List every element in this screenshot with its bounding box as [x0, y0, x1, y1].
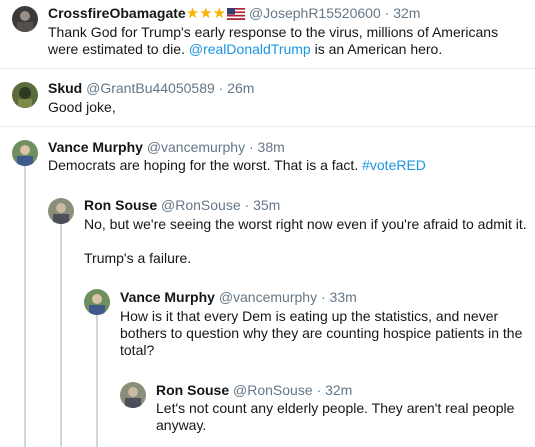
user-handle[interactable]: @RonSouse	[233, 382, 313, 398]
display-name[interactable]: Skud	[48, 80, 82, 96]
timestamp[interactable]: 26m	[227, 80, 254, 96]
separator-dot: ·	[384, 5, 390, 21]
avatar[interactable]	[12, 82, 38, 108]
tweet-text: No, but we're seeing the worst right now…	[84, 216, 530, 267]
tweet-text: How is it that every Dem is eating up th…	[120, 308, 523, 358]
tweet-text: Good joke,	[48, 99, 116, 115]
tweet-text: Democrats are hoping for the worst. That…	[48, 157, 528, 174]
avatar[interactable]	[120, 382, 146, 408]
divider	[0, 68, 535, 69]
us-flag-icon	[227, 7, 246, 24]
timestamp[interactable]: 33m	[330, 289, 357, 305]
separator-dot: ·	[244, 197, 250, 213]
thread-line	[96, 308, 98, 447]
user-handle[interactable]: @vancemurphy	[219, 289, 317, 305]
tweet-paragraph: No, but we're seeing the worst right now…	[84, 216, 527, 232]
hashtag-link[interactable]: #voteRED	[362, 157, 426, 173]
star-icon: ★	[185, 5, 200, 22]
divider	[0, 126, 535, 127]
separator-dot: ·	[248, 139, 254, 155]
display-name[interactable]: Vance Murphy	[120, 289, 215, 305]
timestamp[interactable]: 32m	[393, 5, 420, 21]
timestamp[interactable]: 38m	[258, 139, 285, 155]
display-name[interactable]: Ron Souse	[84, 197, 157, 213]
star-icon: ★	[212, 5, 227, 22]
tweet-paragraph: Trump's a failure.	[84, 250, 192, 266]
avatar[interactable]	[12, 6, 38, 32]
avatar[interactable]	[84, 289, 110, 315]
user-handle[interactable]: @GrantBu44050589	[86, 80, 215, 96]
separator-dot: ·	[316, 382, 322, 398]
separator-dot: ·	[218, 80, 224, 96]
user-handle[interactable]: @RonSouse	[161, 197, 241, 213]
mention-link[interactable]: @realDonaldTrump	[189, 41, 311, 57]
user-handle[interactable]: @JosephR15520600	[249, 5, 381, 21]
tweet-text-part: is an American hero.	[310, 41, 443, 57]
thread-line	[60, 212, 62, 447]
display-name[interactable]: Vance Murphy	[48, 139, 143, 155]
display-name[interactable]: Ron Souse	[156, 382, 229, 398]
avatar[interactable]	[12, 140, 38, 166]
tweet-text: Let's not count any elderly people. They…	[156, 400, 515, 433]
timestamp[interactable]: 32m	[325, 382, 352, 398]
timestamp[interactable]: 35m	[253, 197, 280, 213]
tweet-text-part: Democrats are hoping for the worst. That…	[48, 157, 363, 173]
display-name[interactable]: CrossfireObamagate	[48, 5, 186, 21]
thread-line	[24, 156, 26, 447]
separator-dot: ·	[320, 289, 326, 305]
avatar[interactable]	[48, 198, 74, 224]
star-icon: ★	[199, 5, 213, 22]
tweet-text: Thank God for Trump's early response to …	[48, 24, 528, 58]
user-handle[interactable]: @vancemurphy	[147, 139, 245, 155]
